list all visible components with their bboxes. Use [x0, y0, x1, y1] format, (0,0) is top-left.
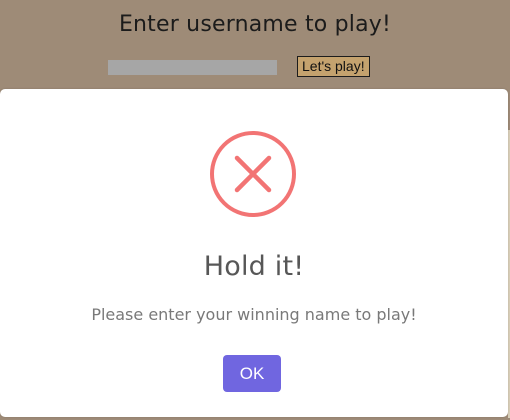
page-title: Enter username to play! [118, 12, 392, 37]
username-input[interactable] [108, 60, 277, 75]
modal-title: Hold it! [203, 251, 305, 282]
play-button[interactable]: Let's play! [297, 56, 370, 77]
ok-button[interactable]: OK [223, 355, 281, 392]
alert-modal: Hold it! Please enter your winning name … [0, 89, 508, 417]
modal-message: Please enter your winning name to play! [91, 305, 417, 324]
error-x-icon [210, 131, 296, 217]
